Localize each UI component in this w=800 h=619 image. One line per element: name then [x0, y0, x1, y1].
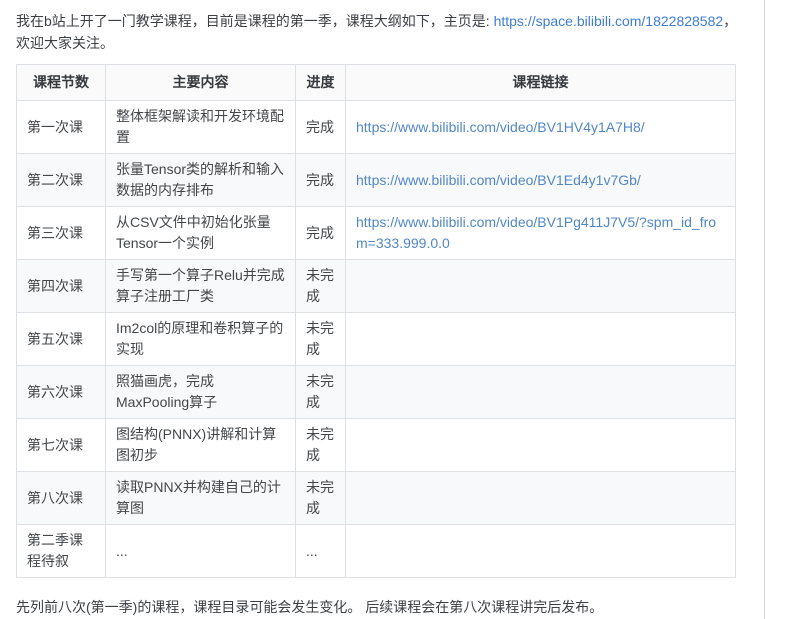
- bilibili-home-link[interactable]: https://space.bilibili.com/1822828582: [494, 13, 724, 29]
- session-cell: 第五次课: [17, 313, 106, 366]
- intro-text-comma: ，: [723, 13, 737, 29]
- table-row: 第三次课 从CSV文件中初始化张量Tensor一个实例 完成 https://w…: [17, 207, 736, 260]
- content-cell: ...: [106, 525, 296, 578]
- table-row: 第六次课 照猫画虎，完成MaxPooling算子 未完成: [17, 366, 736, 419]
- footer-note: 先列前八次(第一季)的课程，课程目录可能会发生变化。 后续课程会在第八次课程讲完…: [16, 596, 752, 618]
- table-row: 第二次课 张量Tensor类的解析和输入数据的内存排布 完成 https://w…: [17, 154, 736, 207]
- session-cell: 第八次课: [17, 472, 106, 525]
- progress-cell: 完成: [296, 154, 346, 207]
- progress-cell: 完成: [296, 207, 346, 260]
- table-row: 第四次课 手写第一个算子Relu并完成算子注册工厂类 未完成: [17, 260, 736, 313]
- link-cell: [346, 366, 736, 419]
- session-cell: 第六次课: [17, 366, 106, 419]
- table-row: 第一次课 整体框架解读和开发环境配置 完成 https://www.bilibi…: [17, 101, 736, 154]
- table-row: 第八次课 读取PNNX并构建自己的计算图 未完成: [17, 472, 736, 525]
- progress-cell: 未完成: [296, 366, 346, 419]
- table-row: 第五次课 Im2col的原理和卷积算子的实现 未完成: [17, 313, 736, 366]
- session-cell: 第二季课程待叙: [17, 525, 106, 578]
- table-row: 第七次课 图结构(PNNX)讲解和计算图初步 未完成: [17, 419, 736, 472]
- link-cell: https://www.bilibili.com/video/BV1Ed4y1v…: [346, 154, 736, 207]
- header-progress: 进度: [296, 65, 346, 101]
- course-video-link[interactable]: https://www.bilibili.com/video/BV1HV4y1A…: [356, 119, 645, 135]
- intro-text-after: 欢迎大家关注。: [16, 35, 114, 51]
- link-cell: https://www.bilibili.com/video/BV1Pg411J…: [346, 207, 736, 260]
- progress-cell: 未完成: [296, 419, 346, 472]
- content-pane: 我在b站上开了一门教学课程，目前是课程的第一季，课程大纲如下，主页是: http…: [0, 0, 765, 619]
- header-session: 课程节数: [17, 65, 106, 101]
- link-cell: [346, 313, 736, 366]
- content-cell: 图结构(PNNX)讲解和计算图初步: [106, 419, 296, 472]
- progress-cell: 未完成: [296, 472, 346, 525]
- progress-cell: 未完成: [296, 313, 346, 366]
- table-row: 第二季课程待叙 ... ...: [17, 525, 736, 578]
- content-cell: 从CSV文件中初始化张量Tensor一个实例: [106, 207, 296, 260]
- intro-text-before: 我在b站上开了一门教学课程，目前是课程的第一季，课程大纲如下，主页是:: [16, 13, 494, 29]
- link-cell: https://www.bilibili.com/video/BV1HV4y1A…: [346, 101, 736, 154]
- link-cell: [346, 260, 736, 313]
- content-cell: 手写第一个算子Relu并完成算子注册工厂类: [106, 260, 296, 313]
- header-link: 课程链接: [346, 65, 736, 101]
- link-cell: [346, 472, 736, 525]
- content-cell: 照猫画虎，完成MaxPooling算子: [106, 366, 296, 419]
- page: 我在b站上开了一门教学课程，目前是课程的第一季，课程大纲如下，主页是: http…: [0, 0, 800, 619]
- link-cell: [346, 419, 736, 472]
- content-cell: 整体框架解读和开发环境配置: [106, 101, 296, 154]
- session-cell: 第三次课: [17, 207, 106, 260]
- course-video-link[interactable]: https://www.bilibili.com/video/BV1Pg411J…: [356, 214, 716, 251]
- progress-cell: ...: [296, 525, 346, 578]
- session-cell: 第七次课: [17, 419, 106, 472]
- table-header-row: 课程节数 主要内容 进度 课程链接: [17, 65, 736, 101]
- content-cell: 读取PNNX并构建自己的计算图: [106, 472, 296, 525]
- content-cell: Im2col的原理和卷积算子的实现: [106, 313, 296, 366]
- progress-cell: 完成: [296, 101, 346, 154]
- content-cell: 张量Tensor类的解析和输入数据的内存排布: [106, 154, 296, 207]
- session-cell: 第一次课: [17, 101, 106, 154]
- session-cell: 第二次课: [17, 154, 106, 207]
- header-content: 主要内容: [106, 65, 296, 101]
- progress-cell: 未完成: [296, 260, 346, 313]
- course-video-link[interactable]: https://www.bilibili.com/video/BV1Ed4y1v…: [356, 172, 641, 188]
- session-cell: 第四次课: [17, 260, 106, 313]
- intro-paragraph: 我在b站上开了一门教学课程，目前是课程的第一季，课程大纲如下，主页是: http…: [16, 0, 752, 54]
- link-cell: [346, 525, 736, 578]
- course-table: 课程节数 主要内容 进度 课程链接 第一次课 整体框架解读和开发环境配置 完成 …: [16, 64, 736, 578]
